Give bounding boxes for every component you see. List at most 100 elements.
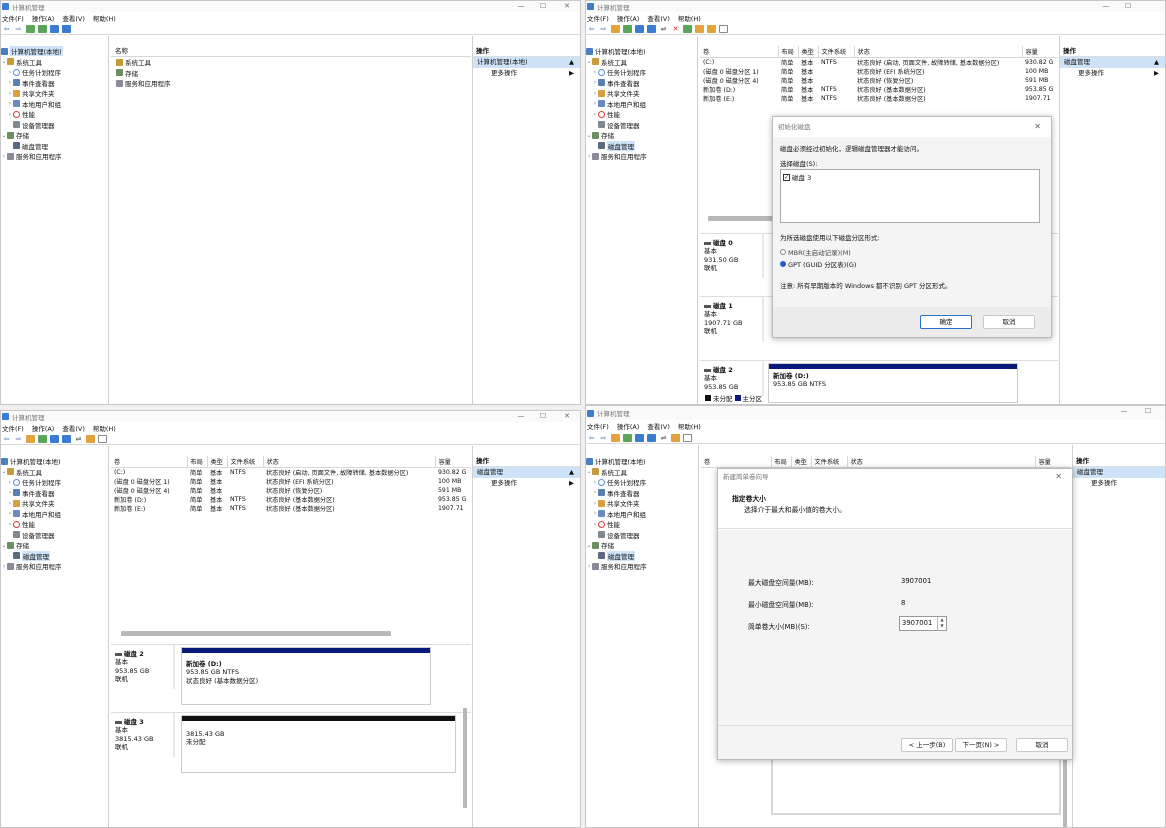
tree-item-event-viewer[interactable]: › 事件查看器	[1, 78, 108, 89]
menu-action[interactable]: 操作(A)	[28, 13, 59, 23]
title-bar[interactable]: 计算机管理 — ☐ ✕	[1, 1, 580, 12]
properties-icon[interactable]	[671, 434, 680, 442]
tree-item-services[interactable]: › 服务和应用程序	[586, 151, 697, 162]
title-bar[interactable]: 计算机管理 — ☐	[586, 1, 1165, 12]
help-icon[interactable]	[635, 25, 644, 33]
connect-icon[interactable]: ⇌	[74, 435, 83, 443]
minimize-button[interactable]: —	[510, 411, 532, 422]
checkbox[interactable]: ✓	[783, 173, 790, 181]
tree-item-services[interactable]: › 服务和应用程序	[586, 561, 698, 572]
collapse-up-icon[interactable]: ▲	[569, 57, 574, 68]
disk-label-3[interactable]: 磁盘 3 基本 3815.43 GB 联机	[111, 713, 175, 757]
tree-item-services[interactable]: › 服务和应用程序	[1, 151, 108, 162]
menu-file[interactable]: 文件(F)	[1, 13, 28, 23]
show-action-pane-icon[interactable]	[62, 25, 71, 33]
column-header-status[interactable]: 状态	[847, 456, 1036, 468]
maximize-button[interactable]: ☐	[532, 1, 554, 12]
action-computer-management[interactable]: 计算机管理(本地) ▲	[473, 57, 580, 68]
column-header-status[interactable]: 状态	[263, 456, 436, 468]
tree-item-performance[interactable]: › 性能	[1, 519, 108, 530]
action-disk-management[interactable]: 磁盘管理 ▲	[473, 467, 580, 478]
table-row[interactable]: (C:) 简单 基本 NTFS 状态良好 (启动, 页面文件, 故障转储, 基本数据分区…	[700, 57, 1058, 67]
column-header-layout[interactable]: 布局	[778, 46, 799, 58]
vertical-scrollbar[interactable]	[463, 708, 467, 808]
disk-row-3[interactable]: 磁盘 3 基本 3815.43 GB 联机 3815.43 GB 未分配	[111, 712, 471, 774]
disk-label-2[interactable]: 磁盘 2 基本 953.85 GB 联机	[111, 645, 175, 689]
tree-item-local-users[interactable]: › 本地用户和组	[1, 99, 108, 110]
properties-icon[interactable]	[86, 435, 95, 443]
menu-help[interactable]: 帮助(H)	[674, 13, 705, 23]
menu-file[interactable]: 文件(F)	[586, 13, 613, 23]
show-action-pane-icon[interactable]	[647, 25, 656, 33]
title-bar[interactable]: 计算机管理 — ☐ ✕	[1, 411, 580, 422]
forward-arrow-icon[interactable]: ⇨	[14, 435, 23, 443]
tree-item-shared-folders[interactable]: › 共享文件夹	[1, 88, 108, 99]
tree-item-device-manager[interactable]: 设备管理器	[586, 120, 697, 131]
show-tree-icon[interactable]	[38, 435, 47, 443]
partition-unallocated[interactable]: 3815.43 GB 未分配	[181, 715, 456, 773]
back-arrow-icon[interactable]: ⇦	[587, 434, 596, 442]
column-header-type[interactable]: 类型	[791, 456, 812, 468]
maximize-button[interactable]: ☐	[1137, 406, 1159, 417]
tree-item-local-users[interactable]: › 本地用户和组	[1, 509, 108, 520]
radio-mbr[interactable]: MBR(主启动记录)(M)	[780, 247, 851, 257]
view-icon[interactable]	[683, 434, 692, 442]
menu-view[interactable]: 查看(V)	[58, 423, 89, 433]
menu-help[interactable]: 帮助(H)	[674, 421, 705, 431]
tree-item-event-viewer[interactable]: › 事件查看器	[586, 78, 697, 89]
action-more-actions[interactable]: 更多操作 ▶	[1060, 68, 1165, 79]
column-header-capacity[interactable]: 容量	[435, 456, 471, 468]
list-item[interactable]: 系统工具	[111, 57, 471, 68]
disk-label-0[interactable]: 磁盘 0 基本 931.50 GB 联机	[700, 234, 764, 278]
menu-action[interactable]: 操作(A)	[613, 421, 644, 431]
menu-view[interactable]: 查看(V)	[643, 421, 674, 431]
close-button[interactable]: ✕	[556, 411, 578, 422]
column-header-filesystem[interactable]: 文件系统	[811, 456, 848, 468]
column-header-volume[interactable]: 卷	[111, 456, 188, 468]
back-arrow-icon[interactable]: ⇦	[2, 435, 11, 443]
tree-item-root[interactable]: 计算机管理(本地)	[1, 46, 108, 57]
partition-d[interactable]: 新加卷 (D:) 953.85 GB NTFS	[768, 363, 1018, 403]
close-button[interactable]: ✕	[556, 1, 578, 12]
menu-file[interactable]: 文件(F)	[1, 423, 28, 433]
tree-item-storage[interactable]: ⌄ 存储	[1, 540, 108, 551]
action-disk-management[interactable]: 磁盘管理	[1073, 467, 1165, 478]
show-action-pane-icon[interactable]	[647, 434, 656, 442]
tree-item-system-tools[interactable]: ⌄ 系统工具	[586, 57, 697, 68]
tree-item-disk-management[interactable]: 磁盘管理	[586, 550, 698, 562]
close-icon[interactable]: ✕	[1055, 469, 1062, 485]
action-more-actions[interactable]: 更多操作 ▶	[473, 68, 580, 79]
menu-view[interactable]: 查看(V)	[58, 13, 89, 23]
forward-arrow-icon[interactable]: ⇨	[14, 25, 23, 33]
collapse-up-icon[interactable]: ▲	[569, 467, 574, 478]
tree-item-storage[interactable]: ⌄ 存储	[586, 540, 698, 551]
connect-icon[interactable]: ⇌	[659, 434, 668, 442]
tree-item-shared-folders[interactable]: › 共享文件夹	[586, 498, 698, 509]
list-item[interactable]: 服务和应用程序	[111, 78, 471, 89]
cancel-button[interactable]: 取消	[983, 315, 1035, 329]
ok-button[interactable]: 确定	[920, 315, 972, 329]
menu-view[interactable]: 查看(V)	[643, 13, 674, 23]
tree-item-device-manager[interactable]: 设备管理器	[586, 530, 698, 541]
column-header-layout[interactable]: 布局	[771, 456, 792, 468]
menu-help[interactable]: 帮助(H)	[89, 13, 120, 23]
properties-icon[interactable]	[707, 25, 716, 33]
close-icon[interactable]: ✕	[1034, 117, 1041, 137]
list-item[interactable]: 存储	[111, 68, 471, 79]
table-row[interactable]: (磁盘 0 磁盘分区 1) 简单 基本 状态良好 (EFI 系统分区) 100 MB	[111, 477, 471, 486]
tree-item-performance[interactable]: › 性能	[1, 109, 108, 120]
tree-item-task-scheduler[interactable]: › 任务计划程序	[586, 67, 697, 78]
tree-item-performance[interactable]: › 性能	[586, 109, 697, 120]
volume-size-input[interactable]: 3907001 ▲ ▼	[899, 616, 947, 631]
connect-icon[interactable]: ⇌	[659, 25, 668, 33]
radio-gpt[interactable]: GPT (GUID 分区表)(G)	[780, 259, 856, 269]
table-row[interactable]: 新加卷 (E:) 简单 基本 NTFS 状态良好 (基本数据分区) 1907.71	[111, 504, 471, 513]
tree-item-shared-folders[interactable]: › 共享文件夹	[1, 498, 108, 509]
disk-select-list[interactable]: ✓ 磁盘 3	[780, 169, 1040, 223]
folder-icon[interactable]	[611, 25, 620, 33]
tree-item-task-scheduler[interactable]: › 任务计划程序	[1, 67, 108, 78]
dialog-title-bar[interactable]: 初始化磁盘 ✕	[773, 117, 1051, 137]
table-row[interactable]: (磁盘 0 磁盘分区 4) 简单 基本 状态良好 (恢复分区) 591 MB	[700, 76, 1058, 85]
dialog-title-bar[interactable]: 新建简单卷向导 ✕	[718, 469, 1072, 485]
title-bar[interactable]: 计算机管理 — ☐	[586, 406, 1165, 420]
